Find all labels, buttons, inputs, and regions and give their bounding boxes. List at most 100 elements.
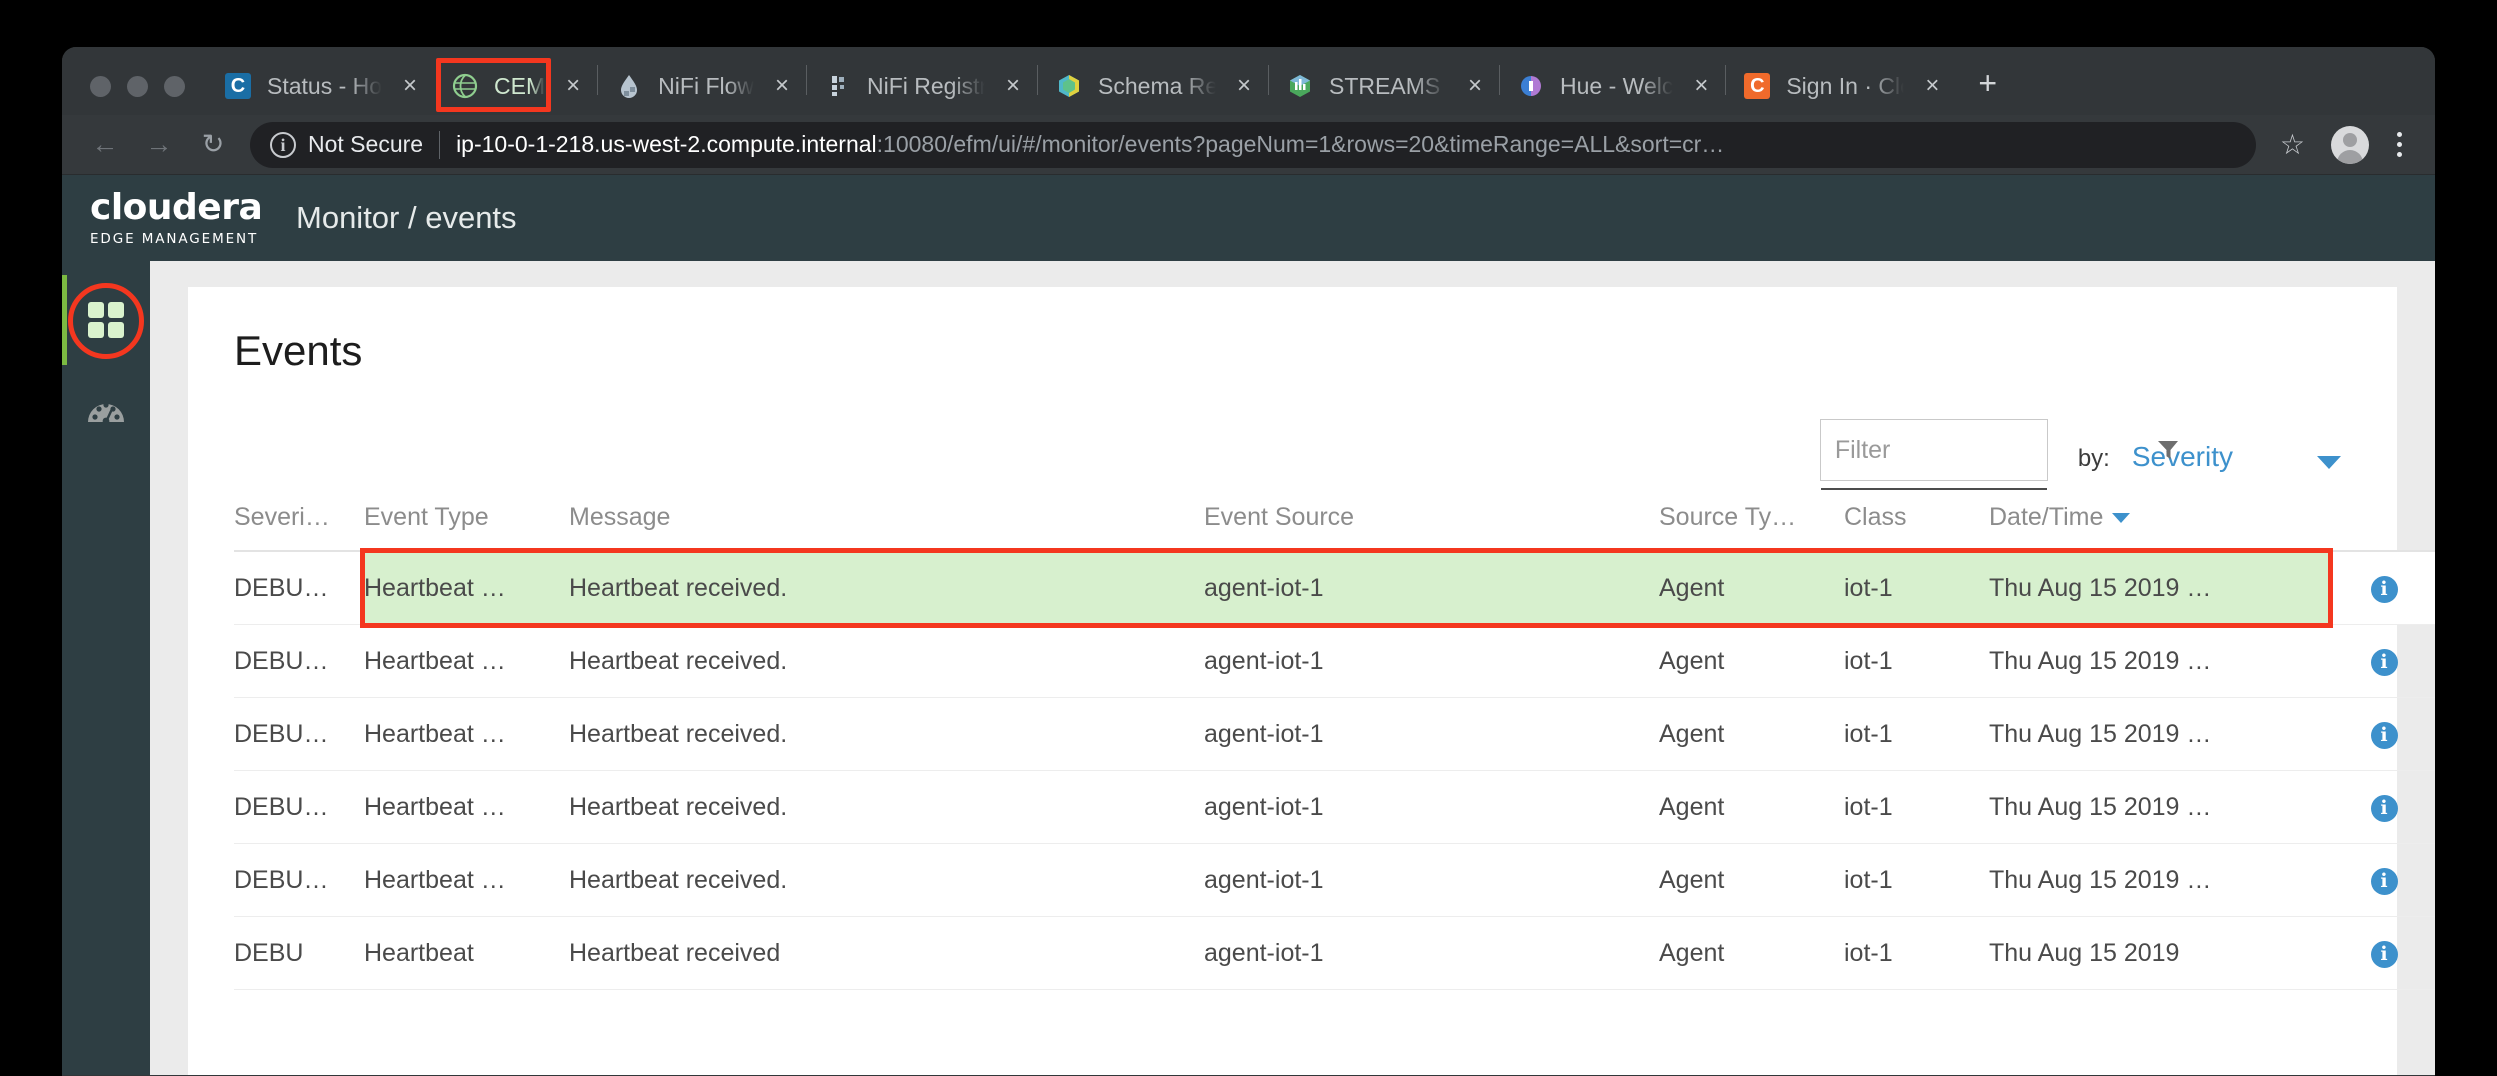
cell-datetime: Thu Aug 15 2019 … [1989,551,2329,625]
gauge-icon [86,390,126,430]
tab-close-button[interactable]: × [559,72,587,100]
column-header-label: Event Type [364,503,489,531]
table-row[interactable]: DEBU… Heartbeat … Heartbeat received. agent… [234,551,2435,625]
reload-button[interactable]: ↻ [186,123,240,167]
column-header-datetime[interactable]: Date/Time [1989,481,2329,552]
browser-tab[interactable]: NiFi Registr × [807,57,1037,115]
cloudera-logo[interactable]: cloudera EDGE MANAGEMENT [62,186,268,247]
forward-button[interactable]: → [132,123,186,167]
tab-close-button[interactable]: × [1918,72,1946,100]
column-header-event-type[interactable]: Event Type [364,481,569,552]
cell-severity: DEBU… [234,624,364,698]
table-row[interactable]: DEBU… Heartbeat … Heartbeat received. agent… [234,624,2435,698]
profile-avatar[interactable] [2331,125,2369,164]
nifi-drop-icon [616,73,642,99]
chrome-menu-icon[interactable] [2379,132,2419,157]
row-info-button[interactable]: i [2329,551,2435,625]
column-header-label: Severi… [234,503,330,531]
zoom-window-button[interactable] [164,76,185,97]
column-header-class[interactable]: Class [1844,481,1989,552]
row-info-button[interactable]: i [2329,770,2435,844]
cell-severity: DEBU… [234,843,364,917]
cell-message: Heartbeat received. [569,697,1204,771]
back-button[interactable]: ← [78,123,132,167]
tab-close-button[interactable]: × [1230,72,1258,100]
minimize-window-button[interactable] [127,76,148,97]
sidebar [62,261,150,1075]
tab-close-button[interactable]: × [1687,72,1715,100]
browser-window: C Status - Ho × CEM × NiFi Flow × NiFi Registr ×… [62,47,2435,1076]
tab-close-button[interactable]: × [396,72,424,100]
page-content: cloudera EDGE MANAGEMENT Monitor / event… [62,175,2435,1075]
column-header-event-source[interactable]: Event Source [1204,481,1659,552]
cell-event-source: agent-iot-1 [1204,916,1659,990]
omnibox-divider [439,130,441,159]
funnel-icon[interactable] [2157,439,2179,461]
cell-datetime: Thu Aug 15 2019 … [1989,843,2329,917]
column-header-label: Date/Time [1989,503,2104,531]
breadcrumb: Monitor / events [296,200,517,235]
cell-event-type: Heartbeat [364,916,569,990]
filter-input[interactable] [1834,435,2157,465]
cell-class: iot-1 [1844,551,1989,625]
hue-icon [1518,73,1544,99]
row-info-button[interactable]: i [2329,624,2435,698]
tab-title: STREAMS M [1329,72,1447,99]
browser-tab[interactable]: C Status - Ho × [207,57,434,115]
not-secure-info-icon[interactable]: i [270,131,296,158]
table-row[interactable]: DEBU… Heartbeat … Heartbeat received. agent… [234,843,2435,917]
events-header-row: Severi… Event Type Message Event Source Sour… [234,481,2435,552]
info-icon[interactable]: i [2370,576,2398,603]
info-icon[interactable]: i [2370,649,2398,676]
column-header-info[interactable] [2329,481,2435,552]
cell-class: iot-1 [1844,916,1989,990]
cell-datetime: Thu Aug 15 2019 [1989,916,2329,990]
browser-tab[interactable]: Schema Re × [1038,57,1268,115]
cell-class: iot-1 [1844,770,1989,844]
browser-tab[interactable]: C Sign In · Clo × [1726,57,1956,115]
cell-event-type: Heartbeat … [364,697,569,771]
info-icon[interactable]: i [2370,795,2398,822]
sidebar-item-dashboard[interactable] [62,275,150,365]
info-icon[interactable]: i [2370,722,2398,749]
cell-class: iot-1 [1844,697,1989,771]
table-row[interactable]: DEBU Heartbeat Heartbeat received agent-iot… [234,916,2435,990]
cell-datetime: Thu Aug 15 2019 … [1989,770,2329,844]
cell-event-type: Heartbeat … [364,770,569,844]
row-info-button[interactable]: i [2329,916,2435,990]
browser-tab[interactable]: CEM × [434,57,597,115]
sort-descending-caret-icon[interactable] [2112,513,2131,524]
column-header-severity[interactable]: Severi… [234,481,364,552]
cell-message: Heartbeat received. [569,551,1204,625]
browser-tab[interactable]: Hue - Welc × [1500,57,1725,115]
close-window-button[interactable] [90,76,111,97]
tab-close-button[interactable]: × [1461,72,1489,100]
browser-tab[interactable]: NiFi Flow × [598,57,806,115]
security-status-text: Not Secure [308,131,424,157]
brand-name: cloudera [90,186,263,228]
row-info-button[interactable]: i [2329,843,2435,917]
cell-message: Heartbeat received. [569,770,1204,844]
browser-tab[interactable]: STREAMS M × [1269,57,1499,115]
info-icon[interactable]: i [2370,941,2398,968]
sidebar-item-monitor[interactable] [62,365,150,455]
row-info-button[interactable]: i [2329,697,2435,771]
table-row[interactable]: DEBU… Heartbeat … Heartbeat received. agent… [234,770,2435,844]
column-header-label: Message [569,503,671,531]
filter-row: by: Severity [234,385,2351,490]
tab-title: Status - Ho [267,72,383,99]
tab-close-button[interactable]: × [999,72,1027,100]
column-header-source-type[interactable]: Source Ty… [1659,481,1844,552]
column-header-label: Class [1844,503,1907,531]
table-row[interactable]: DEBU… Heartbeat … Heartbeat received. agent… [234,697,2435,771]
cell-event-source: agent-iot-1 [1204,624,1659,698]
chevron-down-icon[interactable] [2317,456,2341,469]
address-bar[interactable]: i Not Secure ip-10-0-1-218.us-west-2.com… [250,121,2256,168]
bookmark-star-icon[interactable]: ☆ [2270,128,2315,161]
tab-close-button[interactable]: × [768,72,796,100]
info-icon[interactable]: i [2370,868,2398,895]
new-tab-button[interactable]: + [1956,67,2015,115]
grid-icon [88,302,124,338]
filter-box[interactable] [1819,419,2178,490]
column-header-message[interactable]: Message [569,481,1204,552]
